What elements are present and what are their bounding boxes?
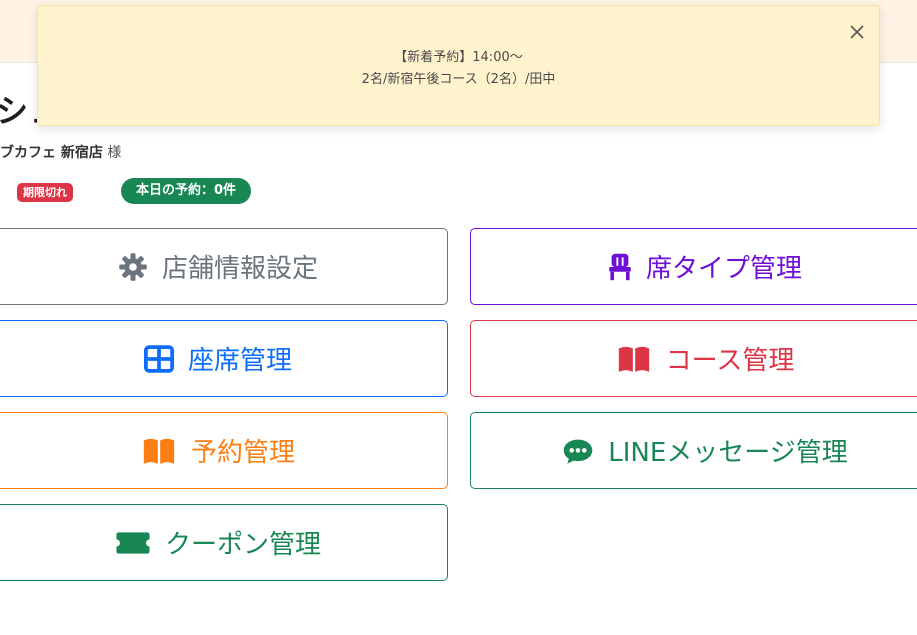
line-message-button[interactable]: LINEメッセージ管理 [470, 412, 917, 489]
shop-name-suffix: 様 [107, 145, 122, 161]
seat-management-label: 座席管理 [187, 346, 292, 376]
seat-type-button[interactable]: 席タイプ管理 [470, 228, 917, 305]
close-icon[interactable] [845, 20, 869, 44]
chat-icon [562, 437, 594, 465]
ticket-icon [115, 530, 151, 556]
seat-type-label: 席タイプ管理 [645, 254, 802, 284]
expired-badge: 期限切れ [17, 183, 73, 202]
coupon-management-label: クーポン管理 [164, 530, 321, 560]
toast-title: 【新着予約】14:00〜 [394, 50, 523, 65]
gear-icon [118, 252, 148, 282]
book-icon [616, 345, 652, 373]
seat-management-button[interactable]: 座席管理 [0, 320, 448, 397]
book-icon [141, 437, 177, 465]
shop-name: ブカフェ 新宿店 [0, 145, 103, 161]
chair-icon [608, 252, 632, 282]
reservation-management-label: 予約管理 [190, 438, 295, 468]
grid-icon [143, 344, 174, 373]
today-reservations-badge: 本日の予約：0件 [121, 178, 252, 204]
line-message-label: LINEメッセージ管理 [608, 438, 848, 468]
toast-message: 2名/新宿午後コース（2名）/田中 [361, 72, 556, 87]
course-management-label: コース管理 [665, 346, 795, 376]
new-reservation-toast: 【新着予約】14:00〜 2名/新宿午後コース（2名）/田中 [37, 5, 880, 126]
coupon-management-button[interactable]: クーポン管理 [0, 504, 448, 581]
course-management-button[interactable]: コース管理 [470, 320, 917, 397]
shop-name-line: ブカフェ 新宿店 様 [0, 142, 121, 162]
reservation-management-button[interactable]: 予約管理 [0, 412, 448, 489]
store-settings-label: 店舗情報設定 [161, 254, 318, 284]
store-settings-button[interactable]: 店舗情報設定 [0, 228, 448, 305]
